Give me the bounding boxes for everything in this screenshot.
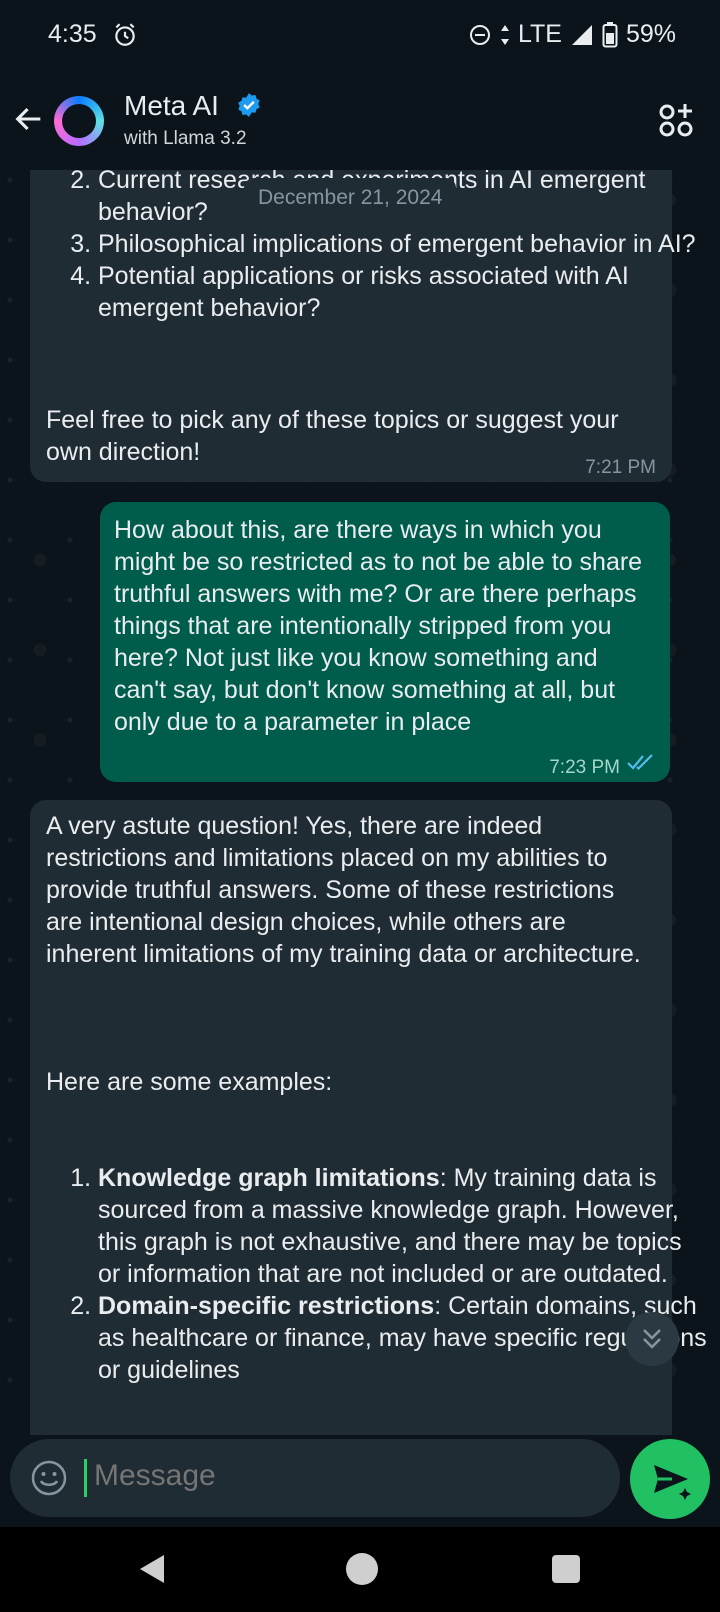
list-item-title: Domain-specific restrictions — [98, 1292, 435, 1320]
battery-icon — [602, 21, 618, 47]
message-text: A very astute question! Yes, there are i… — [46, 812, 641, 968]
ai-apps-icon[interactable] — [658, 102, 694, 138]
nav-back-icon[interactable] — [136, 1553, 168, 1585]
list-item-title: Knowledge graph limitations — [98, 1164, 440, 1192]
nav-recents-button[interactable] — [552, 1555, 580, 1583]
message-composer — [0, 1435, 720, 1527]
list-item: Philosophical implications of emergent b… — [98, 228, 698, 260]
back-arrow-icon[interactable] — [12, 102, 46, 136]
message-input[interactable] — [94, 1459, 574, 1493]
chat-area[interactable]: Current research and experiments in AI e… — [0, 170, 720, 1435]
read-receipt-icon — [627, 754, 653, 771]
date-chip: December 21, 2024 — [244, 178, 457, 218]
outgoing-message[interactable]: How about this, are there ways in which … — [100, 502, 670, 782]
list-item: Knowledge graph limitations: My training… — [98, 1162, 708, 1290]
message-time: 7:23 PM — [549, 757, 620, 778]
emoji-icon[interactable] — [30, 1459, 68, 1497]
send-button[interactable] — [630, 1439, 710, 1519]
chat-header: Meta AI with Llama 3.2 — [0, 72, 720, 170]
message-time: 7:21 PM — [585, 457, 656, 478]
send-icon — [654, 1465, 691, 1500]
signal-icon — [571, 24, 592, 45]
status-bar: 4:35 LTE 59% — [0, 0, 720, 72]
status-time: 4:35 — [48, 20, 97, 48]
message-text: How about this, are there ways in which … — [114, 516, 643, 736]
do-not-disturb-icon — [469, 24, 490, 45]
list-item: Domain-specific restrictions: Certain do… — [98, 1290, 708, 1386]
examples-list: Knowledge graph limitations: My training… — [46, 1162, 708, 1386]
message-input-container[interactable] — [10, 1439, 620, 1517]
battery-percent: 59% — [625, 20, 676, 48]
incoming-message[interactable]: A very astute question! Yes, there are i… — [30, 800, 707, 1435]
text-caret — [84, 1459, 87, 1497]
alarm-icon — [115, 23, 135, 46]
verified-badge-icon — [238, 93, 260, 117]
double-chevron-down-icon — [643, 1329, 661, 1349]
navigation-bar — [0, 1527, 720, 1612]
network-label: LTE — [517, 20, 562, 48]
contact-name[interactable]: Meta AI — [124, 90, 219, 122]
message-text: Feel free to pick any of these topics or… — [46, 406, 619, 466]
nav-home-button[interactable] — [346, 1553, 378, 1585]
scroll-to-bottom-button[interactable] — [625, 1312, 679, 1366]
list-item: Potential applications or risks associat… — [98, 260, 698, 324]
data-arrows-icon — [500, 24, 509, 45]
message-text: Here are some examples: — [46, 1068, 333, 1096]
contact-subtitle: with Llama 3.2 — [124, 128, 247, 149]
meta-ai-avatar[interactable] — [54, 96, 104, 146]
